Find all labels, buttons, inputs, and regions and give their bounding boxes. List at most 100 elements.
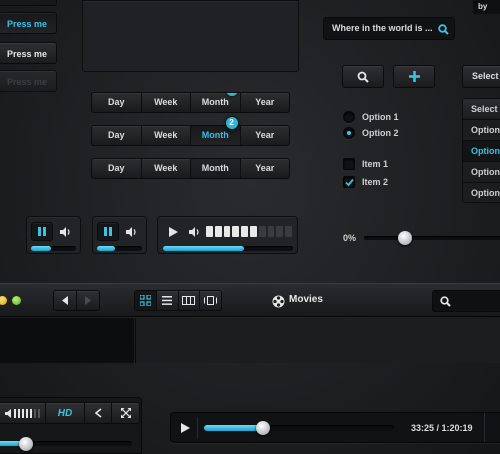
- play-icon: [168, 226, 178, 237]
- search-button[interactable]: [342, 65, 384, 88]
- volume-bar-on: [249, 226, 257, 237]
- mini-progress-1[interactable]: [31, 246, 76, 251]
- segmented-control-1[interactable]: Day Week Month2 Year: [91, 92, 290, 113]
- text-area[interactable]: [82, 0, 299, 72]
- press-me-button[interactable]: Press me: [0, 42, 57, 64]
- segment-week[interactable]: Week: [142, 93, 191, 112]
- video-progress[interactable]: [204, 425, 394, 431]
- select-button[interactable]: Select: [462, 65, 500, 88]
- volume-button[interactable]: [122, 222, 142, 241]
- toolbar-search-field[interactable]: [432, 290, 500, 312]
- segment-month-label: Month: [201, 130, 229, 140]
- add-button[interactable]: [393, 65, 435, 88]
- dropdown-option[interactable]: Option: [463, 120, 500, 141]
- search-icon[interactable]: [436, 22, 450, 36]
- volume-icon: [189, 226, 199, 237]
- dropdown-option-active[interactable]: Option: [463, 141, 500, 162]
- window-close-dot[interactable]: [0, 296, 7, 305]
- window-zoom-dot[interactable]: [12, 296, 21, 305]
- movies-folder-icon: [271, 294, 285, 308]
- play-button[interactable]: [178, 421, 192, 435]
- segment-month-label: Month: [201, 97, 229, 107]
- volume-level-meter[interactable]: [206, 226, 292, 237]
- dropdown-option[interactable]: Option: [463, 162, 500, 183]
- search-icon: [440, 296, 451, 307]
- play-button[interactable]: [163, 222, 183, 241]
- video-progress-knob[interactable]: [256, 421, 270, 435]
- volume-icon: [126, 226, 136, 237]
- segment-week[interactable]: Week: [142, 126, 191, 145]
- time-display: 33:25 / 1:20:19: [411, 423, 473, 433]
- back-arrow-icon: [62, 296, 68, 305]
- radio-option-1[interactable]: [343, 111, 355, 123]
- mini-player-2: [92, 216, 147, 254]
- volume-icon: [4, 408, 11, 418]
- forward-button[interactable]: [77, 291, 99, 310]
- browser-content: [135, 318, 500, 363]
- fullscreen-button[interactable]: [112, 403, 139, 423]
- column-view-button[interactable]: [179, 291, 201, 310]
- browser-sidebar: [0, 318, 134, 363]
- volume-button[interactable]: [0, 403, 46, 423]
- pause-button[interactable]: [31, 222, 53, 241]
- segment-year[interactable]: Year: [241, 159, 290, 178]
- list-view-button[interactable]: [157, 291, 179, 310]
- segment-day[interactable]: Day: [92, 126, 142, 145]
- volume-bar-on: [214, 226, 222, 237]
- progress-fill: [97, 246, 115, 251]
- press-me-button-active[interactable]: Press me: [0, 12, 57, 34]
- hd-button[interactable]: HD: [46, 403, 86, 423]
- mini-player-1: [26, 216, 81, 254]
- slider-value-label: 0%: [343, 233, 357, 243]
- segment-day[interactable]: Day: [92, 93, 142, 112]
- press-me-button-disabled: Press me: [0, 70, 57, 92]
- segment-week[interactable]: Week: [142, 159, 191, 178]
- search-input[interactable]: Where in the world is ...: [324, 18, 454, 39]
- segment-month[interactable]: Month2: [191, 93, 241, 112]
- forward-arrow-icon: [85, 296, 91, 305]
- corner-label: by: [478, 2, 488, 11]
- press-me-label: Press me: [7, 49, 48, 59]
- search-icon: [357, 71, 369, 83]
- press-me-label: Press me: [7, 19, 48, 29]
- media-progress[interactable]: [163, 246, 293, 251]
- grid-view-button[interactable]: [135, 291, 157, 310]
- controls-bar: HD: [0, 402, 140, 424]
- left-progress-knob[interactable]: [19, 437, 33, 451]
- coverflow-view-button[interactable]: [200, 291, 221, 310]
- mini-progress-2[interactable]: [97, 246, 142, 251]
- volume-button[interactable]: [56, 222, 76, 241]
- dropdown-header[interactable]: Select: [463, 99, 500, 120]
- slider-track[interactable]: [364, 236, 500, 240]
- checkbox-label-1: Item 1: [362, 159, 389, 169]
- checkmark-icon: [344, 178, 354, 186]
- segment-year[interactable]: Year: [241, 126, 290, 145]
- checkbox-item-1[interactable]: [343, 158, 355, 170]
- dropdown-option[interactable]: Option: [463, 183, 500, 204]
- segment-year[interactable]: Year: [241, 93, 290, 112]
- volume-bar-off: [276, 226, 284, 237]
- segmented-control-3[interactable]: Day Week Month Year: [91, 158, 290, 179]
- volume-button[interactable]: [186, 222, 204, 241]
- pause-button[interactable]: [97, 222, 119, 241]
- segment-month[interactable]: Month2: [191, 117, 241, 145]
- volume-bar-off: [267, 226, 275, 237]
- volume-bar-on: [232, 226, 240, 237]
- view-switcher: [134, 290, 222, 311]
- slider-knob[interactable]: [398, 231, 412, 245]
- select-label: Select: [472, 71, 499, 81]
- radio-option-2[interactable]: [343, 127, 355, 139]
- checkbox-item-2[interactable]: [343, 176, 355, 188]
- back-button[interactable]: [54, 291, 77, 310]
- press-me-label: Press me: [7, 77, 48, 87]
- dropdown-menu[interactable]: Select Option Option Option Option: [462, 98, 500, 203]
- nav-buttons: [53, 290, 100, 311]
- progress-fill: [163, 246, 244, 251]
- segment-month[interactable]: Month: [191, 159, 241, 178]
- segment-day[interactable]: Day: [92, 159, 142, 178]
- pause-icon: [104, 227, 112, 236]
- window-title: Movies: [289, 294, 323, 305]
- share-button[interactable]: [85, 403, 113, 423]
- search-field[interactable]: Where in the world is ...: [323, 17, 455, 40]
- segmented-control-2[interactable]: Day Week Month 2 Year: [91, 117, 290, 146]
